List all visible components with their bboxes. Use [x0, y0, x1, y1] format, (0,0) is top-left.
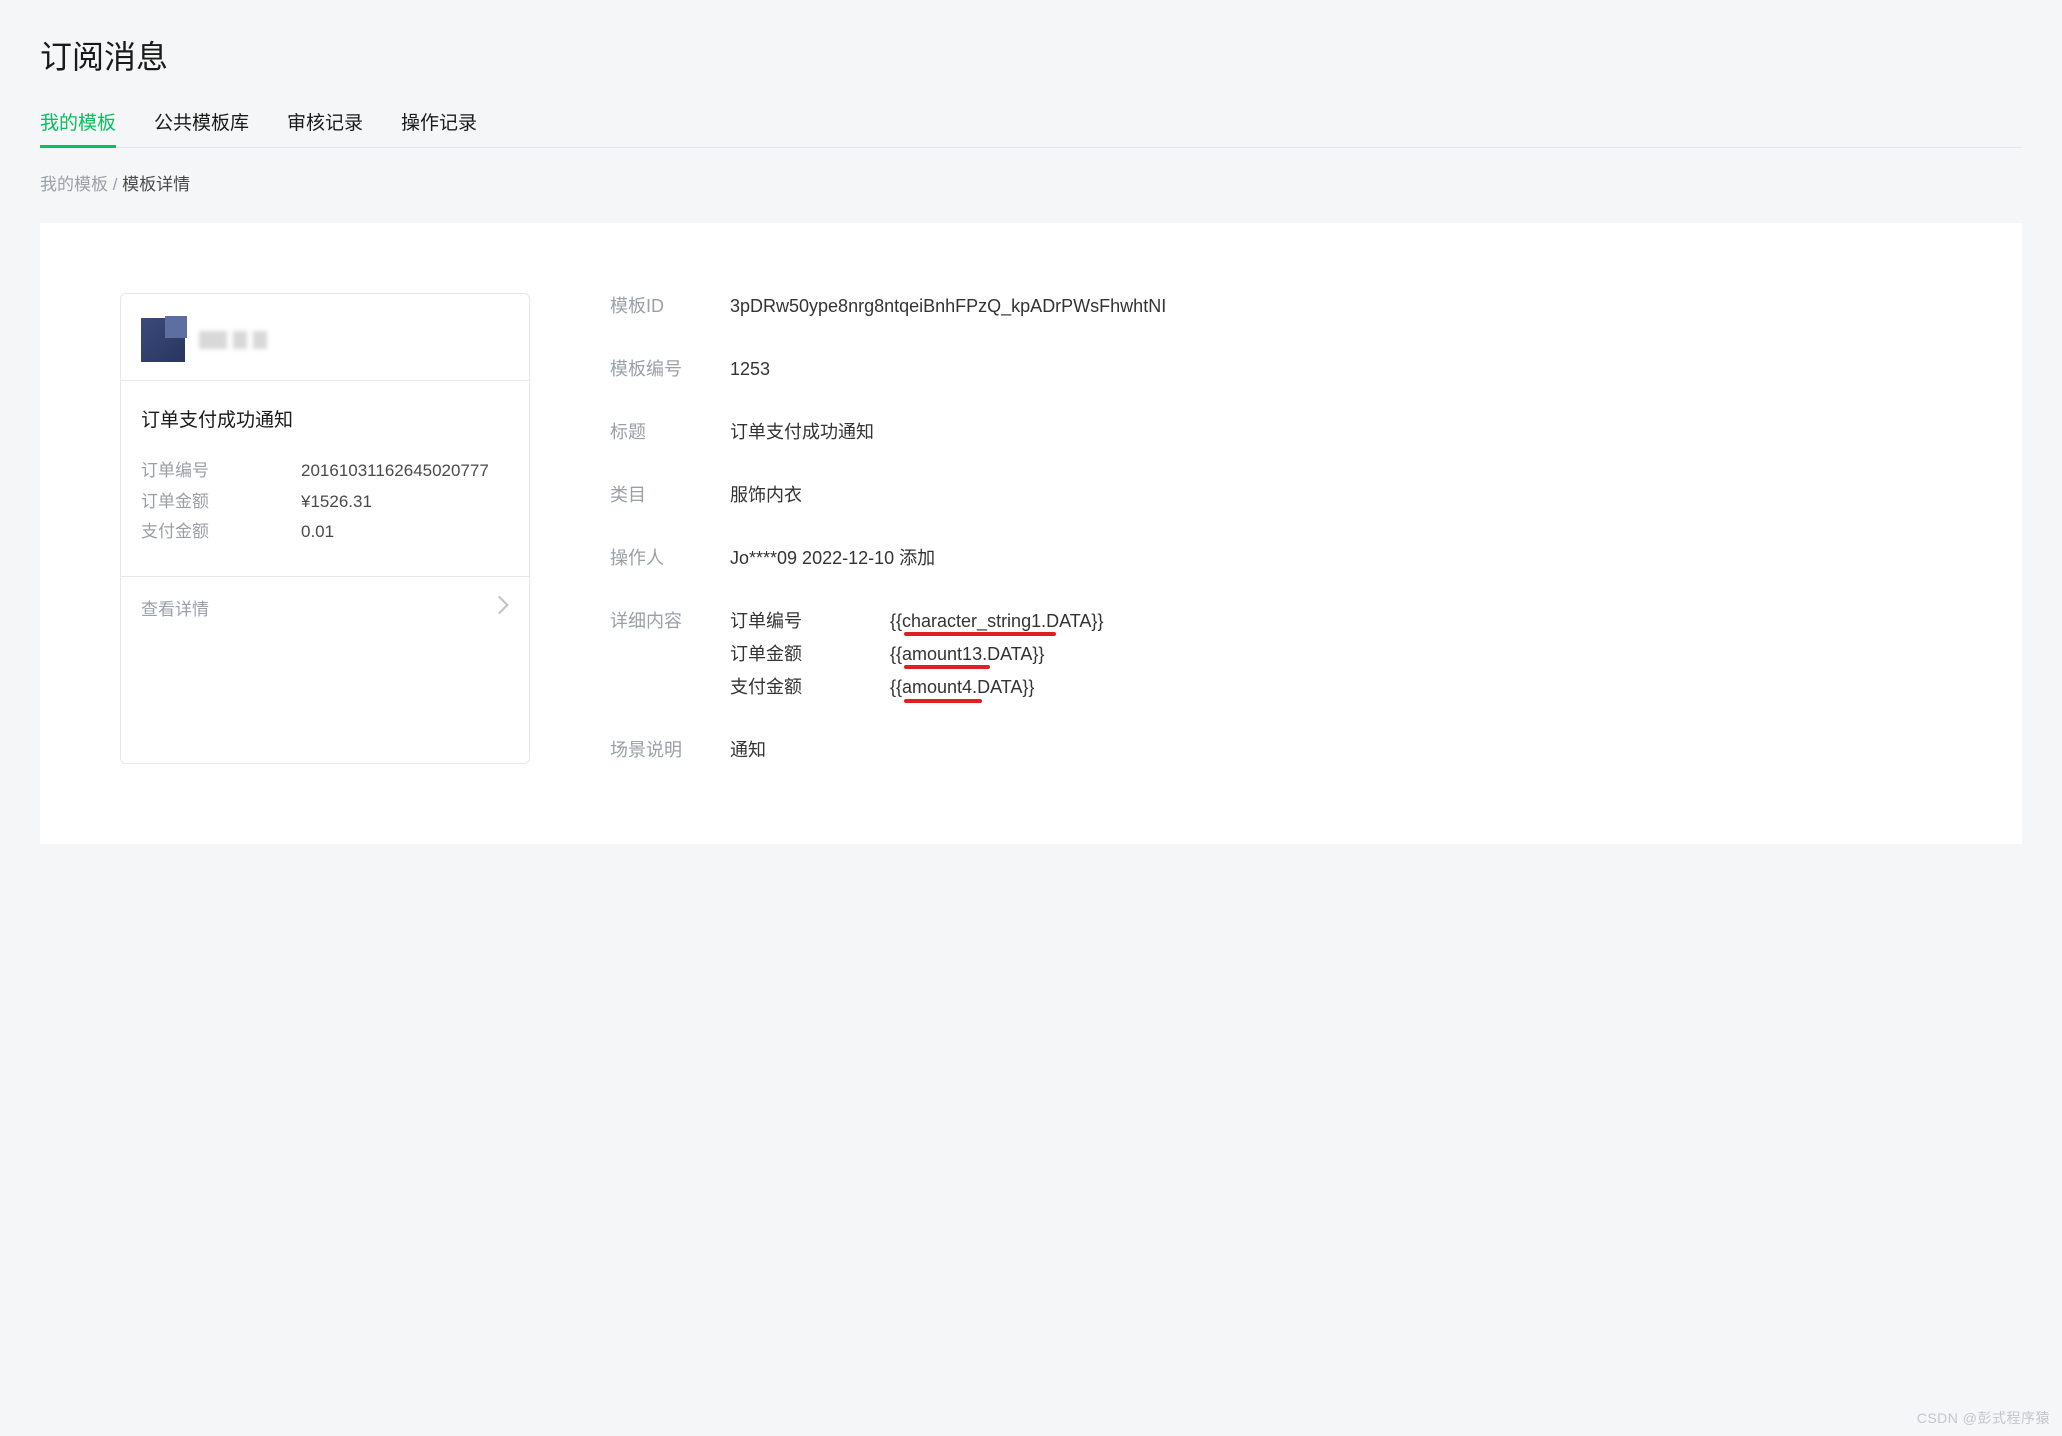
preview-subject: 订单支付成功通知	[141, 405, 509, 432]
template-preview-card: 订单支付成功通知 订单编号 20161031162645020777 订单金额 …	[120, 293, 530, 764]
account-name-blurred	[199, 331, 267, 349]
breadcrumb-current: 模板详情	[122, 175, 190, 194]
view-details-label: 查看详情	[141, 595, 209, 620]
template-details: 模板ID 3pDRw50ype8nrg8ntqeiBnhFPzQ_kpADrPW…	[610, 293, 1942, 764]
preview-header	[121, 294, 529, 380]
tab-my-templates[interactable]: 我的模板	[40, 108, 116, 147]
page-title: 订阅消息	[40, 32, 2022, 78]
content-row: 订单金额 {{amount13.DATA}}	[730, 641, 1103, 668]
preview-row-label: 订单编号	[141, 456, 301, 487]
breadcrumb-separator: /	[108, 175, 122, 194]
content-table: 订单编号 {{character_string1.DATA}} 订单金额 {{a…	[730, 608, 1103, 701]
avatar	[141, 318, 185, 362]
tab-operation-records[interactable]: 操作记录	[401, 108, 477, 147]
chevron-right-icon	[497, 595, 509, 620]
detail-label: 模板编号	[610, 356, 730, 383]
content-row-value: {{amount13.DATA}}	[890, 641, 1044, 668]
view-details-button[interactable]: 查看详情	[121, 576, 529, 638]
tab-public-templates[interactable]: 公共模板库	[154, 108, 249, 147]
content-row-value: {{character_string1.DATA}}	[890, 608, 1103, 635]
detail-label: 类目	[610, 482, 730, 509]
detail-label: 场景说明	[610, 737, 730, 764]
preview-body: 订单支付成功通知 订单编号 20161031162645020777 订单金额 …	[121, 380, 529, 576]
preview-row-label: 支付金额	[141, 517, 301, 548]
content-row: 支付金额 {{amount4.DATA}}	[730, 674, 1103, 701]
watermark: CSDN @彭式程序猿	[1917, 1408, 2050, 1428]
detail-row-content: 详细内容 订单编号 {{character_string1.DATA}} 订单金…	[610, 608, 1942, 701]
detail-value-scene: 通知	[730, 737, 766, 764]
content-row-key: 支付金额	[730, 674, 890, 701]
content-row-value: {{amount4.DATA}}	[890, 674, 1034, 701]
detail-row-operator: 操作人 Jo****09 2022-12-10 添加	[610, 545, 1942, 572]
preview-row: 订单编号 20161031162645020777	[141, 456, 509, 487]
detail-label: 模板ID	[610, 293, 730, 320]
detail-value-title: 订单支付成功通知	[730, 419, 874, 446]
content-row-key: 订单编号	[730, 608, 890, 635]
detail-row-scene: 场景说明 通知	[610, 737, 1942, 764]
detail-label: 详细内容	[610, 608, 730, 635]
detail-value-operator: Jo****09 2022-12-10 添加	[730, 545, 935, 572]
preview-row: 订单金额 ¥1526.31	[141, 487, 509, 518]
detail-row-template-id: 模板ID 3pDRw50ype8nrg8ntqeiBnhFPzQ_kpADrPW…	[610, 293, 1942, 320]
content-row-key: 订单金额	[730, 641, 890, 668]
tabs: 我的模板 公共模板库 审核记录 操作记录	[40, 108, 2022, 148]
detail-row-template-no: 模板编号 1253	[610, 356, 1942, 383]
detail-label: 标题	[610, 419, 730, 446]
content-row: 订单编号 {{character_string1.DATA}}	[730, 608, 1103, 635]
preview-row-value: ¥1526.31	[301, 487, 372, 518]
breadcrumb-parent[interactable]: 我的模板	[40, 175, 108, 194]
detail-row-title: 标题 订单支付成功通知	[610, 419, 1942, 446]
detail-label: 操作人	[610, 545, 730, 572]
content-panel: 订单支付成功通知 订单编号 20161031162645020777 订单金额 …	[40, 223, 2022, 844]
detail-value-category: 服饰内衣	[730, 482, 802, 509]
preview-row-label: 订单金额	[141, 487, 301, 518]
detail-value-template-no: 1253	[730, 356, 770, 383]
preview-row: 支付金额 0.01	[141, 517, 509, 548]
detail-row-category: 类目 服饰内衣	[610, 482, 1942, 509]
preview-row-value: 20161031162645020777	[301, 456, 489, 487]
detail-value-template-id: 3pDRw50ype8nrg8ntqeiBnhFPzQ_kpADrPWsFhwh…	[730, 293, 1166, 320]
preview-row-value: 0.01	[301, 517, 334, 548]
breadcrumb: 我的模板 / 模板详情	[40, 170, 2022, 195]
tab-audit-records[interactable]: 审核记录	[287, 108, 363, 147]
